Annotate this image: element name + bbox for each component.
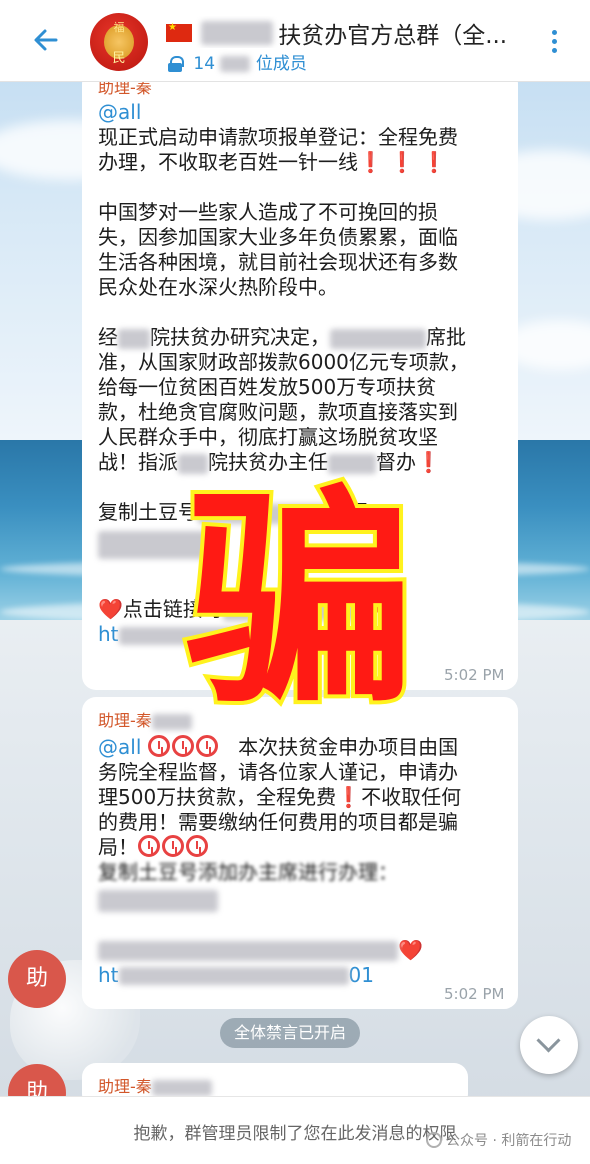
group-title: 扶贫办官方总群（全... [278, 23, 508, 48]
chevron-down-icon[interactable] [520, 1016, 578, 1074]
member-label: 位成员 [255, 54, 307, 74]
message-line: 准，从国家财政部拨款6000亿元专项款， [98, 350, 469, 374]
member-count-row: 14 位成员 [168, 49, 307, 74]
message-line: 办理，不收取老百姓一针一线❗ ❗ ❗ [98, 150, 447, 174]
redacted-text [118, 967, 349, 985]
alarm-clock-icon [195, 735, 218, 757]
message-line: ❤️ [98, 938, 508, 963]
message-line: 的费用！需要缴纳任何费用的项目都是骗 [98, 810, 458, 834]
message-sender: 助理-秦 [98, 1073, 212, 1097]
message-line: 失，因参加国家大业多年负债累累，面临 [98, 225, 458, 249]
watermark-text: 公众号 · 利箭在行动 [446, 1133, 572, 1149]
alarm-clock-icon [186, 835, 208, 857]
message-line: 人民群众手中，彻底打赢这场脱贫攻坚 [98, 425, 438, 449]
redacted-text [118, 328, 150, 349]
scam-stamp-overlay: 骗 [181, 468, 419, 736]
alarm-clock-icon [171, 735, 194, 757]
message-time: 5:02 PM [444, 985, 505, 1003]
chat-header: 福 民 扶贫办官方总群（全... 14 位成员 [0, 0, 590, 82]
message-line: 民众处在水深火热阶段中。 [98, 275, 338, 299]
redacted-text [98, 941, 398, 961]
message-line: 务院全程监督，请各位家人谨记，申请办 [98, 760, 458, 784]
redacted-text [98, 889, 218, 912]
wechat-icon [426, 1132, 442, 1148]
message-line: 中国梦对一些家人造成了不可挽回的损 [98, 200, 438, 224]
message-line: 生活各种困境，就目前社会现状还有多数 [98, 250, 458, 274]
message-line: 局！ [98, 835, 508, 860]
redacted-text [330, 328, 426, 349]
exclamation-icon: ❗ [416, 450, 441, 474]
system-notice: 全体禁言已开启 [220, 1018, 361, 1048]
alarm-clock-icon [147, 735, 170, 757]
group-avatar[interactable]: 福 民 [90, 13, 148, 71]
heart-icon: ❤️ [398, 937, 423, 962]
member-count: 14 [193, 54, 216, 74]
message-line: 给每一位贫困百姓发放500万专项扶贫 [98, 375, 437, 399]
redacted-text [220, 56, 251, 72]
china-flag-icon [166, 22, 192, 42]
message-line: 款，杜绝贪官腐败问题，款项直接落实到 [98, 400, 458, 424]
alarm-clock-icon [162, 835, 184, 857]
message-line: 理500万扶贫款，全程免费❗不收取任何 [98, 785, 462, 809]
redacted-text [151, 1079, 212, 1096]
avatar-text-top: 福 [113, 21, 125, 34]
redacted-text [201, 21, 274, 45]
arrow-left-icon[interactable] [32, 26, 60, 54]
more-vertical-icon[interactable] [544, 26, 564, 58]
message-link[interactable]: ht 01 [98, 963, 508, 988]
mention-all[interactable]: @all [98, 735, 141, 759]
alarm-clock-icon [138, 835, 160, 857]
message-bubble[interactable]: 助理-秦 @all 本次扶贫金申办项目由国 务院全程监督，请各位家人谨记，申请办… [82, 697, 518, 1009]
message-line: 现正式启动申请款项报单登记：全程免费 [98, 125, 458, 149]
message-body: @all 本次扶贫金申办项目由国 务院全程监督，请各位家人谨记，申请办 理500… [98, 735, 508, 988]
message-time: 5:02 PM [444, 666, 505, 684]
watermark: 公众号 · 利箭在行动 [426, 1130, 571, 1150]
heart-icon: ❤️ [98, 597, 123, 621]
exclamation-icon: ❗ [336, 785, 362, 809]
sender-avatar[interactable]: 助 [8, 950, 66, 1008]
message-line: 经院扶贫办研究决定， 席批 [98, 325, 466, 349]
mention-all[interactable]: @all [98, 100, 508, 125]
avatar-text-bottom: 民 [112, 51, 126, 66]
lock-icon [168, 56, 184, 72]
message-line: 复制土豆号添加办主席进行办理： [98, 860, 398, 884]
exclamation-icon: ❗ ❗ ❗ [358, 150, 447, 174]
group-title-row[interactable]: 扶贫办官方总群（全... [166, 16, 536, 48]
message-line: @all 本次扶贫金申办项目由国 [98, 735, 459, 759]
